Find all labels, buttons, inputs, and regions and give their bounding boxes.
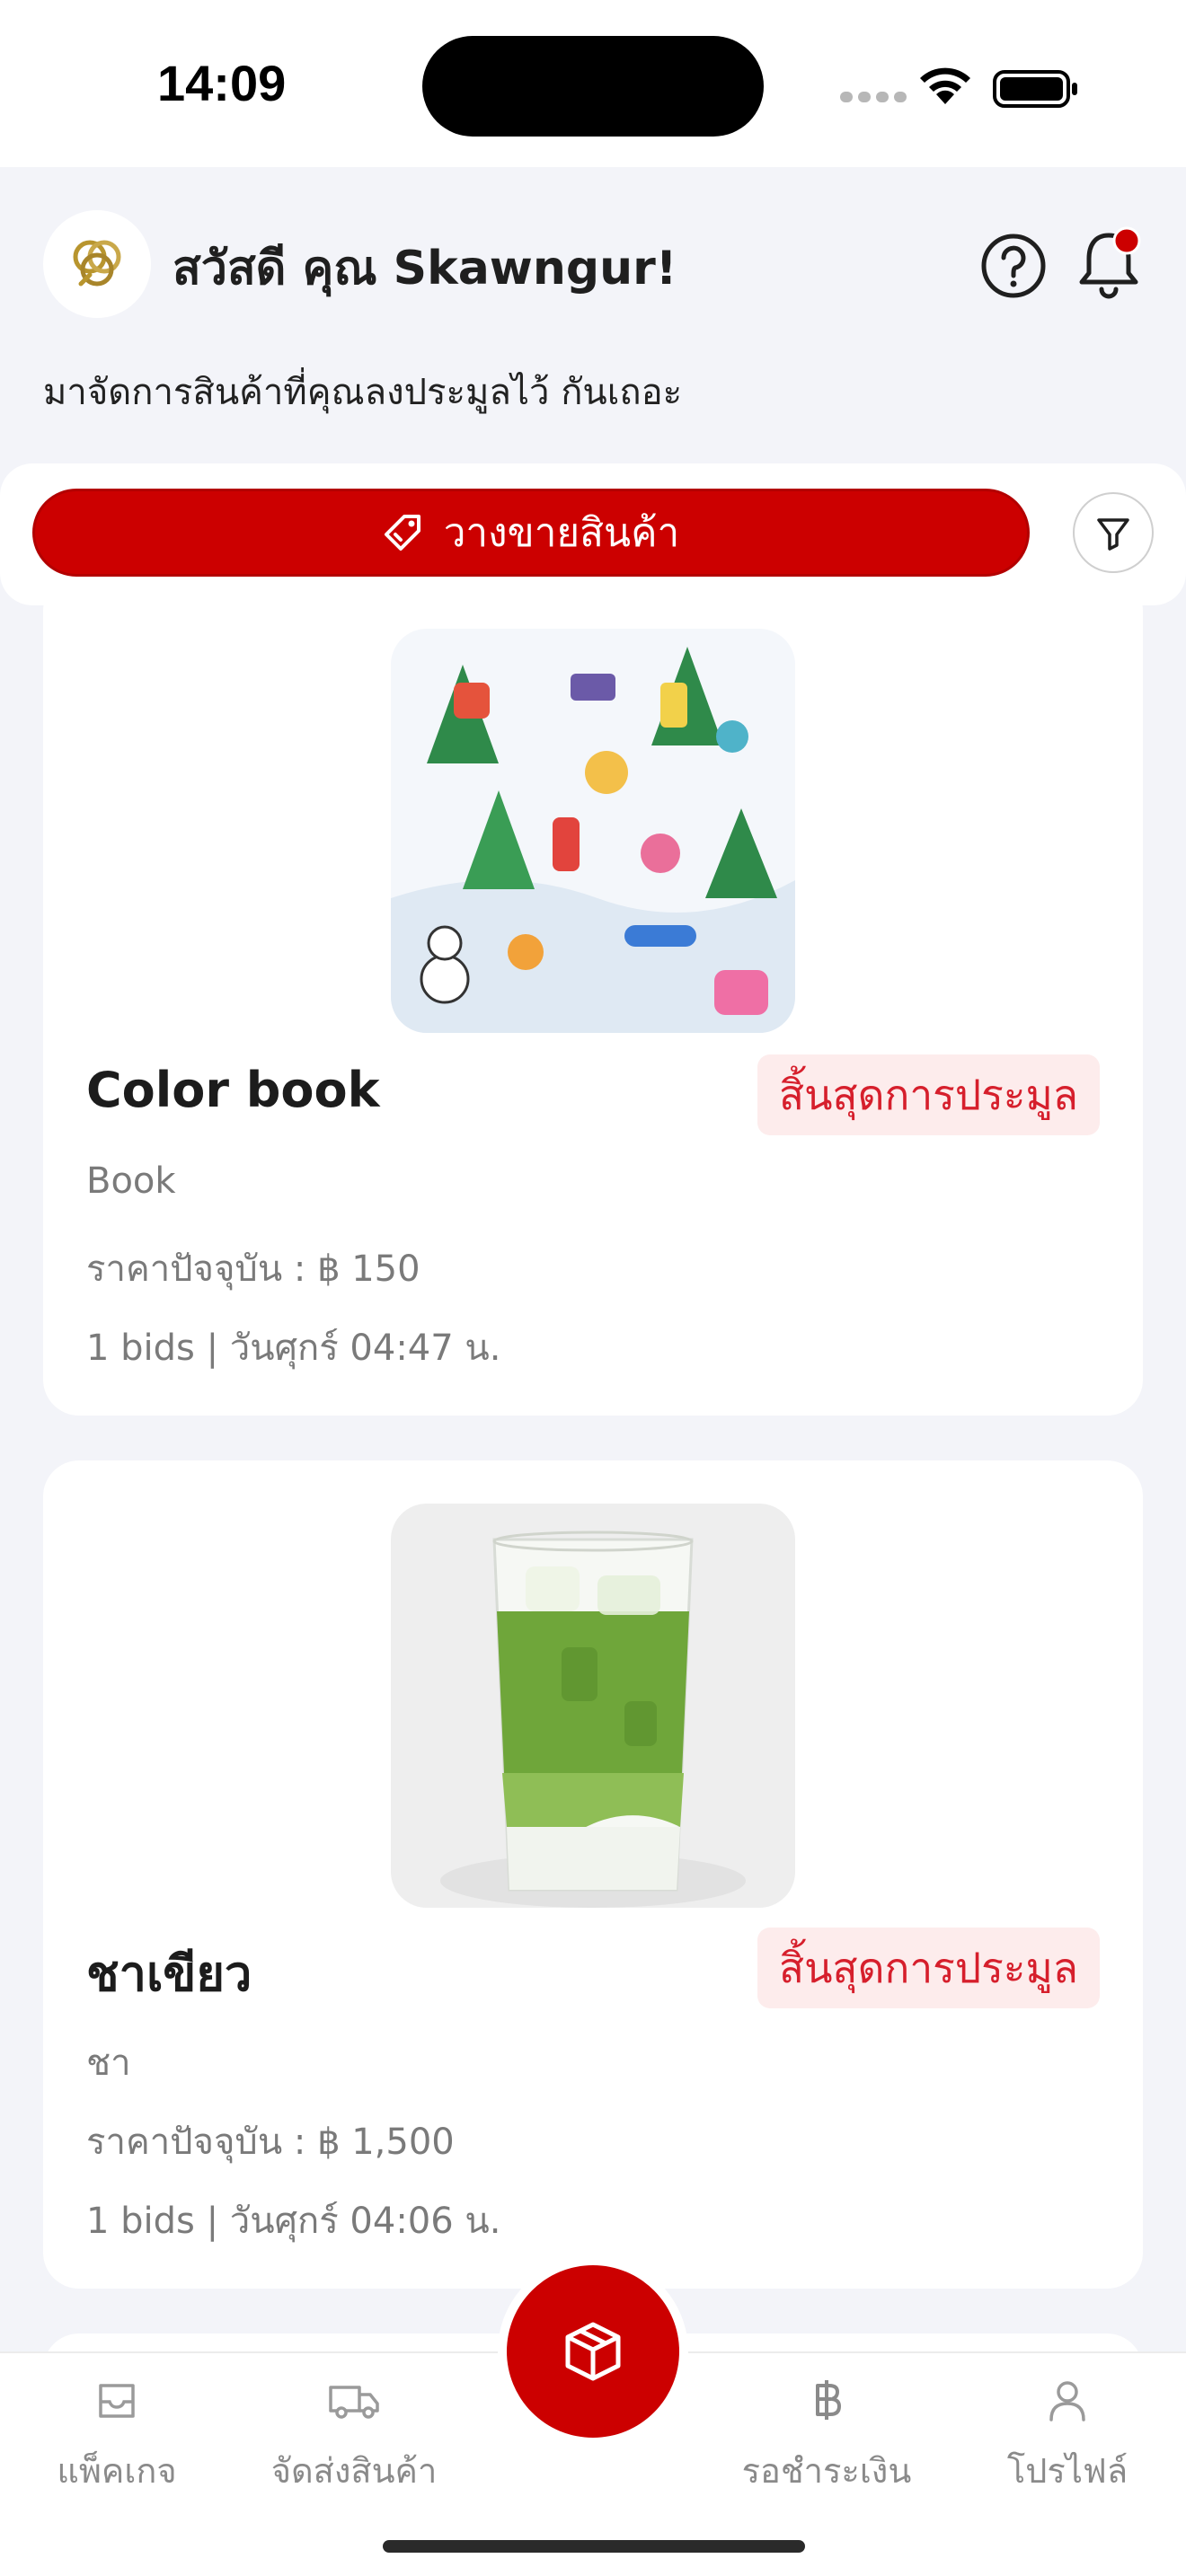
header: สวัสดี คุณ Skawngur! มาจัดการสินค้าที่คุ… xyxy=(0,167,1186,463)
help-icon[interactable] xyxy=(979,232,1048,300)
greeting-title: สวัสดี คุณ Skawngur! xyxy=(173,242,677,296)
product-title: Color book xyxy=(86,1062,380,1118)
header-subtitle: มาจัดการสินค้าที่คุณลงประมูลไว้ กันเถอะ xyxy=(43,372,683,413)
product-image-green-tea xyxy=(391,1504,795,1908)
product-price: ราคาปัจจุบัน : ฿ 1,500 xyxy=(86,2122,455,2163)
nav-item-shipping[interactable]: จัดส่งสินค้า xyxy=(255,2377,453,2498)
product-category: ชา xyxy=(86,2042,131,2084)
home-indicator[interactable] xyxy=(383,2540,805,2553)
brand-logo xyxy=(43,210,151,318)
product-image-color-book xyxy=(391,629,795,1033)
product-bid-info: 1 bids | วันศุกร์ 04:47 น. xyxy=(86,1328,501,1369)
product-price: ราคาปัจจุบัน : ฿ 150 xyxy=(86,1248,420,1290)
nav-label-profile: โปรไฟล์ xyxy=(1006,2451,1128,2491)
sell-product-button[interactable]: วางขายสินค้า xyxy=(32,489,1030,577)
product-card[interactable]: ชาเขียว สิ้นสุดการประมูล ชา ราคาปัจจุบัน… xyxy=(43,1460,1143,2289)
product-card[interactable]: Color book สิ้นสุดการประมูล Book ราคาปัจ… xyxy=(43,575,1143,1416)
notification-dot xyxy=(1112,226,1141,255)
status-bar: 14:09 xyxy=(0,0,1186,167)
box-icon xyxy=(565,2322,621,2381)
status-badge: สิ้นสุดการประมูล xyxy=(757,1928,1100,2008)
nav-item-packages[interactable]: แพ็คเกจ xyxy=(18,2377,216,2498)
battery-icon xyxy=(993,70,1077,108)
dynamic-island xyxy=(422,36,764,137)
filter-button[interactable] xyxy=(1073,492,1154,573)
nav-label-payment: รอชำระเงิน xyxy=(741,2451,912,2491)
product-bid-info: 1 bids | วันศุกร์ 04:06 น. xyxy=(86,2201,501,2242)
products-fab-button[interactable] xyxy=(507,2265,679,2438)
tag-icon xyxy=(384,515,420,551)
truck-icon xyxy=(329,2386,379,2419)
action-bar: วางขายสินค้า xyxy=(0,463,1186,605)
baht-icon xyxy=(816,2380,841,2420)
status-time: 14:09 xyxy=(157,55,287,111)
nav-label-shipping: จัดส่งสินค้า xyxy=(270,2451,438,2491)
inbox-icon xyxy=(99,2384,135,2418)
app-screen: 14:09 สวัสดี คุณ Skawngur! มาจัดการสินค้… xyxy=(0,0,1186,2576)
user-icon xyxy=(1049,2381,1085,2422)
wifi-icon xyxy=(920,67,970,104)
nav-label-packages: แพ็คเกจ xyxy=(57,2451,177,2491)
filter-icon xyxy=(1097,518,1129,551)
nav-item-profile[interactable]: โปรไฟล์ xyxy=(969,2377,1166,2498)
product-category: Book xyxy=(86,1160,176,1202)
cellular-signal-icon xyxy=(840,92,907,102)
product-title: ชาเขียว xyxy=(86,1945,252,2002)
sell-button-label: วางขายสินค้า xyxy=(443,510,680,556)
status-badge: สิ้นสุดการประมูล xyxy=(757,1054,1100,1135)
knot-logo-icon xyxy=(73,240,121,287)
nav-item-payment[interactable]: รอชำระเงิน xyxy=(728,2377,925,2498)
bell-icon[interactable] xyxy=(1075,226,1146,302)
